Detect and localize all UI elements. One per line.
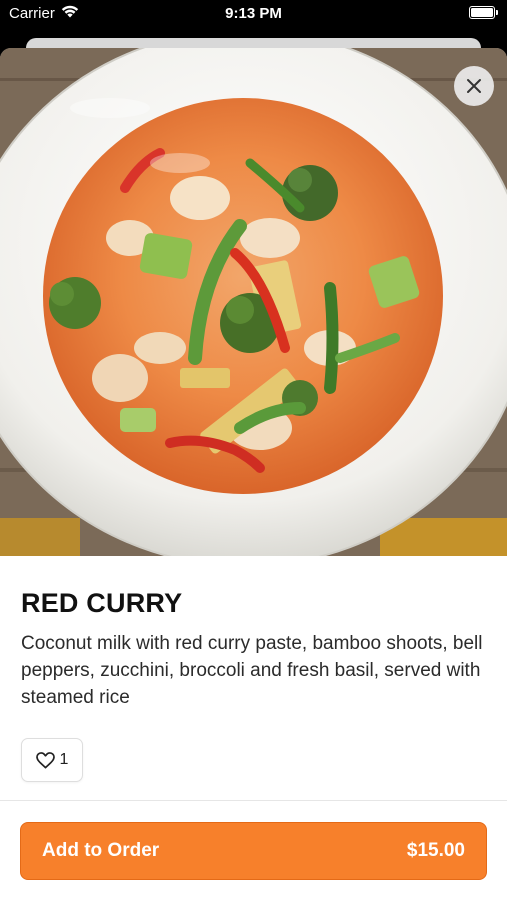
- close-button[interactable]: [454, 66, 494, 106]
- food-image: [0, 48, 507, 556]
- add-to-order-button[interactable]: Add to Order $15.00: [20, 822, 487, 880]
- divider: [0, 800, 507, 801]
- status-time: 9:13 PM: [225, 5, 282, 22]
- heart-icon: [35, 751, 55, 768]
- like-button[interactable]: 1: [21, 738, 83, 782]
- item-title: RED CURRY: [21, 588, 183, 618]
- like-count: 1: [59, 751, 69, 768]
- item-description: Coconut milk with red curry paste, bambo…: [21, 633, 483, 708]
- status-right: [469, 6, 498, 19]
- battery-icon: [469, 6, 498, 19]
- status-bar: Carrier 9:13 PM: [0, 0, 507, 30]
- item-detail-sheet: RED CURRY Coconut milk with red curry pa…: [0, 48, 507, 900]
- item-price: $15.00: [406, 840, 465, 861]
- add-to-order-label: Add to Order: [42, 840, 160, 861]
- close-icon: [467, 79, 481, 93]
